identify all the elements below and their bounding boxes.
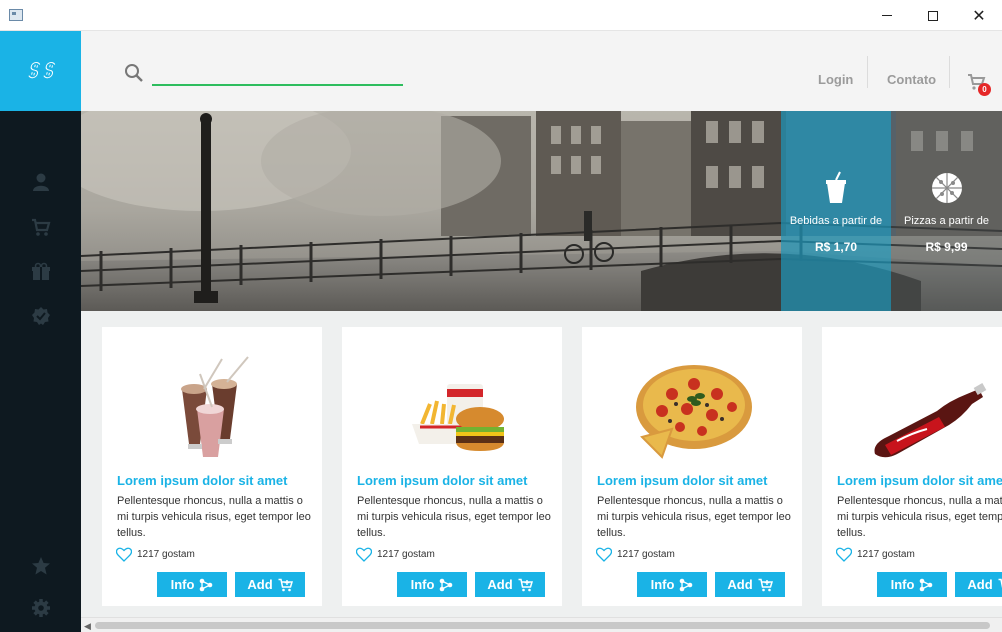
share-icon [680, 578, 693, 591]
promo-pizza[interactable]: Pizzas a partir de R$ 9,99 [891, 111, 1002, 311]
sidebar [0, 111, 81, 632]
info-button[interactable]: Info [637, 572, 707, 597]
info-label: Info [650, 577, 675, 592]
info-label: Info [890, 577, 915, 592]
nav-divider [949, 56, 950, 88]
product-description: Pellentesque rhoncus, nulla a mattis o m… [357, 495, 551, 539]
sidebar-item-verified[interactable] [30, 305, 52, 327]
product-description: Pellentesque rhoncus, nulla a mattis o m… [117, 495, 311, 539]
verified-badge-icon [32, 307, 50, 325]
maximize-button[interactable] [910, 0, 956, 31]
product-card: Lorem ipsum dolor sit amet Pellentesque … [822, 327, 1002, 606]
sidebar-item-user[interactable] [30, 171, 52, 193]
add-to-cart-button[interactable]: Add [715, 572, 785, 597]
milkshake-image [181, 356, 249, 457]
info-button[interactable]: Info [157, 572, 227, 597]
sidebar-item-cart[interactable] [30, 216, 52, 238]
add-label: Add [727, 577, 753, 592]
gear-icon [32, 599, 50, 617]
cart-icon [32, 218, 51, 236]
likes-count: 1217 gostam [857, 549, 915, 560]
product-list: Lorem ipsum dolor sit amet Pellentesque … [81, 311, 1002, 617]
promo-drinks-price: R$ 1,70 [814, 240, 858, 254]
product-likes: 1217 gostam [836, 547, 915, 562]
search-icon[interactable] [124, 63, 144, 83]
sidebar-item-gift[interactable] [30, 261, 52, 283]
window-titlebar: ✕ [0, 0, 1002, 31]
add-cart-icon [278, 578, 293, 591]
product-card: Lorem ipsum dolor sit amet Pellentesque … [582, 327, 802, 606]
share-icon [440, 578, 453, 591]
nav-divider [867, 56, 868, 88]
likes-count: 1217 gostam [137, 549, 195, 560]
app-window-icon [9, 9, 23, 21]
add-cart-icon [758, 578, 773, 591]
add-label: Add [487, 577, 513, 592]
product-likes: 1217 gostam [596, 547, 675, 562]
info-button[interactable]: Info [397, 572, 467, 597]
product-card: Lorem ipsum dolor sit amet Pellentesque … [342, 327, 562, 606]
burger-fries-image [412, 384, 504, 451]
product-description: Pellentesque rhoncus, nulla a mattis o m… [837, 495, 1002, 539]
horizontal-scrollbar[interactable]: ◀ [81, 617, 1002, 632]
product-likes: 1217 gostam [116, 547, 195, 562]
product-title[interactable]: Lorem ipsum dolor sit amet [837, 473, 1002, 488]
product-title[interactable]: Lorem ipsum dolor sit amet [117, 473, 287, 488]
login-link[interactable]: Login [818, 72, 853, 87]
product-description: Pellentesque rhoncus, nulla a mattis o m… [597, 495, 791, 539]
info-button[interactable]: Info [877, 572, 947, 597]
pizza-image [636, 365, 752, 459]
close-icon: ✕ [972, 5, 986, 25]
heart-icon[interactable] [596, 547, 612, 562]
product-title[interactable]: Lorem ipsum dolor sit amet [597, 473, 767, 488]
maximize-icon [928, 10, 938, 21]
add-to-cart-button[interactable]: Add [475, 572, 545, 597]
share-icon [200, 578, 213, 591]
soda-bottle-image [874, 383, 987, 458]
star-icon [32, 557, 50, 575]
product-title[interactable]: Lorem ipsum dolor sit amet [357, 473, 527, 488]
scrollbar-thumb[interactable] [95, 622, 990, 629]
close-button[interactable]: ✕ [956, 0, 1002, 31]
promo-pizza-label: Pizzas a partir de [904, 215, 989, 227]
product-card: Lorem ipsum dolor sit amet Pellentesque … [102, 327, 322, 606]
brand-logo: ꌚꌚ [25, 61, 56, 83]
heart-icon[interactable] [356, 547, 372, 562]
user-icon [33, 173, 49, 191]
minimize-icon [882, 15, 892, 16]
gift-icon [32, 262, 50, 280]
add-cart-icon [998, 578, 1002, 591]
contato-link[interactable]: Contato [887, 72, 936, 87]
scroll-left-arrow-icon[interactable]: ◀ [84, 621, 91, 632]
promo-drinks-label: Bebidas a partir de [789, 215, 883, 227]
add-to-cart-button[interactable]: Add [955, 572, 1002, 597]
heart-icon[interactable] [116, 547, 132, 562]
drink-cup-icon [826, 171, 846, 203]
add-to-cart-button[interactable]: Add [235, 572, 305, 597]
add-cart-icon [518, 578, 533, 591]
info-label: Info [410, 577, 435, 592]
top-header: Login Contato 0 [81, 31, 1002, 111]
search-input[interactable] [152, 61, 403, 86]
add-label: Add [967, 577, 993, 592]
brand-logo-area[interactable]: ꌚꌚ [0, 31, 81, 111]
promo-pizza-price: R$ 9,99 [925, 240, 968, 254]
info-label: Info [170, 577, 195, 592]
share-icon [920, 578, 933, 591]
sidebar-item-settings[interactable] [30, 597, 52, 619]
product-likes: 1217 gostam [356, 547, 435, 562]
likes-count: 1217 gostam [377, 549, 435, 560]
add-label: Add [247, 577, 273, 592]
heart-icon[interactable] [836, 547, 852, 562]
sidebar-item-favorites[interactable] [30, 555, 52, 577]
minimize-button[interactable] [864, 0, 910, 31]
pizza-icon [931, 173, 962, 203]
cart-count-badge: 0 [978, 83, 991, 96]
likes-count: 1217 gostam [617, 549, 675, 560]
promo-drinks[interactable]: Bebidas a partir de R$ 1,70 [781, 111, 891, 311]
